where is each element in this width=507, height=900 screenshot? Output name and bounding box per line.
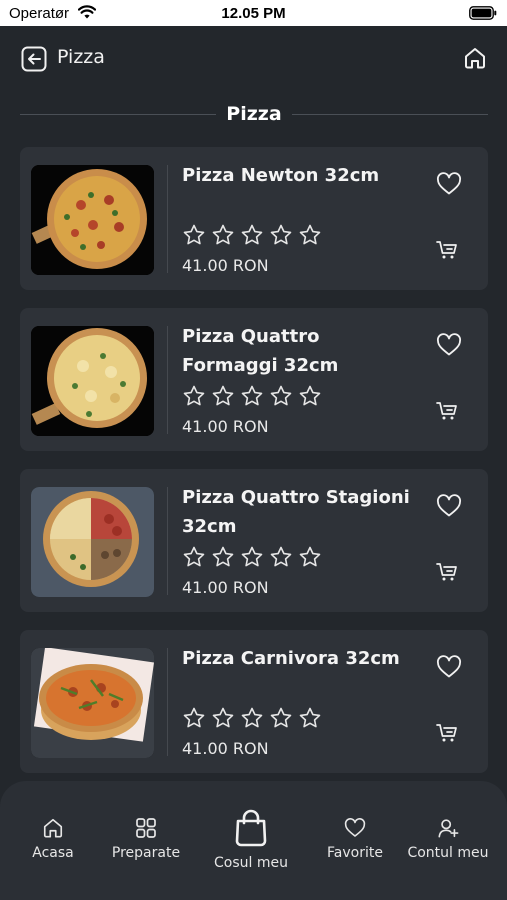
star-icon [270, 224, 292, 245]
star-icon [241, 546, 263, 567]
nav-label: Preparate [111, 845, 181, 861]
grid-icon [136, 818, 156, 838]
product-price: 41.00 RON [182, 256, 269, 275]
add-to-cart-icon[interactable] [436, 562, 458, 582]
heart-icon[interactable] [436, 655, 462, 679]
product-image [31, 487, 154, 597]
card-divider [167, 326, 168, 434]
nav-label: Cosul meu [214, 855, 288, 871]
home-icon [43, 818, 63, 838]
star-icon [270, 546, 292, 567]
star-icon [212, 224, 234, 245]
product-price: 41.00 RON [182, 578, 269, 597]
product-card[interactable]: Pizza Quattro Formaggi 32cm 41.00 RON [20, 308, 488, 451]
star-icon [299, 224, 321, 245]
rating-stars [182, 384, 327, 408]
product-card[interactable]: Pizza Carnivora 32cm 41.00 RON [20, 630, 488, 773]
nav-item-preparate[interactable]: Preparate [106, 817, 186, 861]
rating-stars [182, 706, 327, 730]
section-header: Pizza [20, 100, 488, 128]
nav-item-cosul-meu[interactable]: Cosul meu [206, 807, 296, 871]
product-list: Pizza Newton 32cm 41.00 RON Pizza Quattr… [20, 147, 488, 791]
page-title: Pizza [57, 46, 105, 68]
battery-icon [469, 6, 497, 20]
back-arrow-icon[interactable] [21, 46, 47, 72]
nav-item-favorite[interactable]: Favorite [320, 817, 390, 861]
user-add-icon [438, 819, 459, 838]
star-icon [183, 546, 205, 567]
bottom-nav: Acasa Preparate Cosul meu Favorite Contu… [0, 781, 507, 900]
card-divider [167, 165, 168, 273]
product-image [31, 326, 154, 436]
star-icon [299, 385, 321, 406]
heart-icon[interactable] [436, 333, 462, 357]
product-name: Pizza Quattro Stagioni 32cm [182, 487, 410, 537]
status-time: 12.05 PM [221, 5, 286, 22]
home-icon[interactable] [463, 46, 487, 70]
add-to-cart-icon[interactable] [436, 723, 458, 743]
product-image [31, 648, 154, 758]
nav-item-contul-meu[interactable]: Contul meu [404, 817, 492, 861]
nav-label: Contul meu [407, 845, 489, 861]
nav-item-acasa[interactable]: Acasa [22, 817, 84, 861]
star-icon [270, 385, 292, 406]
star-icon [183, 385, 205, 406]
star-icon [183, 224, 205, 245]
heart-icon [344, 817, 366, 837]
star-icon [212, 546, 234, 567]
heart-icon[interactable] [436, 172, 462, 196]
status-bar: Operatør 12.05 PM [0, 0, 507, 26]
app-header: Pizza [0, 26, 507, 92]
star-icon [241, 707, 263, 728]
heart-icon[interactable] [436, 494, 462, 518]
product-price: 41.00 RON [182, 417, 269, 436]
product-name: Pizza Newton 32cm [182, 165, 380, 186]
star-icon [241, 385, 263, 406]
product-card[interactable]: Pizza Quattro Stagioni 32cm 41.00 RON [20, 469, 488, 612]
card-divider [167, 487, 168, 595]
card-divider [167, 648, 168, 756]
product-price: 41.00 RON [182, 739, 269, 758]
star-icon [299, 707, 321, 728]
product-image [31, 165, 154, 275]
star-icon [299, 546, 321, 567]
divider [292, 114, 488, 115]
product-name: Pizza Quattro Formaggi 32cm [182, 326, 339, 376]
add-to-cart-icon[interactable] [436, 401, 458, 421]
rating-stars [182, 545, 327, 569]
star-icon [212, 385, 234, 406]
nav-label: Favorite [327, 845, 383, 861]
product-card[interactable]: Pizza Newton 32cm 41.00 RON [20, 147, 488, 290]
star-icon [241, 224, 263, 245]
star-icon [212, 707, 234, 728]
shopping-bag-icon [235, 809, 267, 847]
nav-label: Acasa [32, 845, 74, 861]
product-name: Pizza Carnivora 32cm [182, 648, 400, 669]
add-to-cart-icon[interactable] [436, 240, 458, 260]
rating-stars [182, 223, 327, 247]
star-icon [183, 707, 205, 728]
star-icon [270, 707, 292, 728]
